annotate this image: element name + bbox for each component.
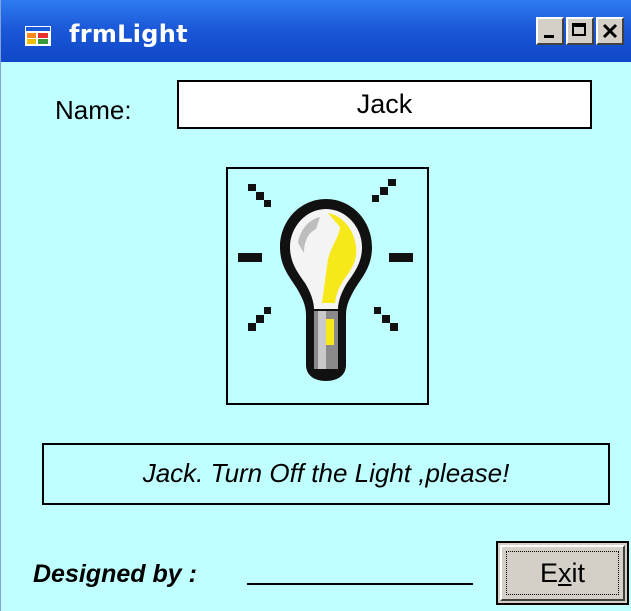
minimize-icon[interactable] [536, 17, 564, 45]
lightbulb-picture [226, 167, 429, 405]
exit-accelerator-key: x [558, 558, 572, 588]
designed-by-line [247, 583, 473, 585]
title-bar[interactable]: frmLight [1, 0, 631, 62]
designed-by-label: Designed by : [33, 560, 197, 588]
form-window: frmLight Name: Jack Jack. Turn Off the L… [0, 0, 631, 611]
window-title: frmLight [69, 20, 188, 48]
close-icon[interactable] [596, 17, 624, 45]
form-icon [25, 26, 51, 46]
name-input[interactable]: Jack [177, 80, 592, 129]
maximize-icon[interactable] [566, 17, 594, 45]
exit-button-label: Exit [539, 558, 585, 588]
lightbulb-on-icon [238, 179, 413, 381]
exit-button[interactable]: Exit [496, 541, 629, 605]
name-label: Name: [55, 95, 132, 125]
message-label: Jack. Turn Off the Light ,please! [42, 443, 610, 505]
